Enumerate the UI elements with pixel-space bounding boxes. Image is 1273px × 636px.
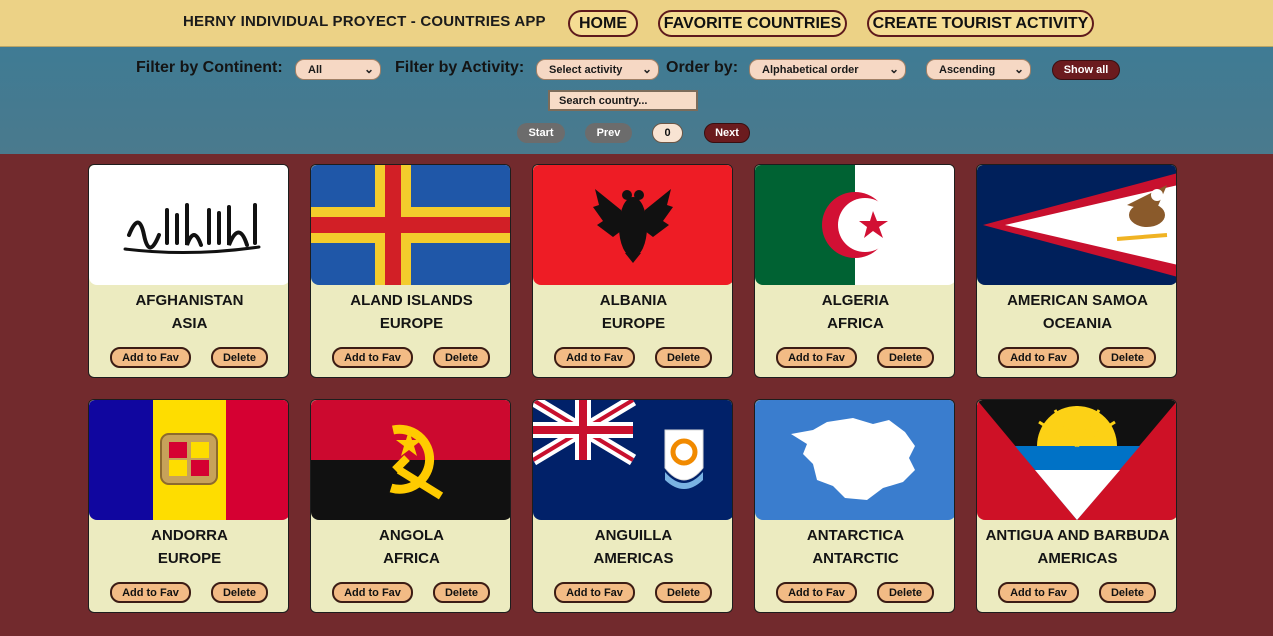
order-select[interactable]: Alphabetical order ⌄ [749, 59, 906, 80]
chevron-down-icon: ⌄ [1013, 62, 1024, 76]
delete-button[interactable]: Delete [877, 582, 934, 603]
anguilla-flag-icon [533, 400, 732, 520]
antigua-and-barbuda-flag-icon [977, 400, 1176, 520]
country-name: ANGUILLA [594, 527, 673, 544]
country-name: ANDORRA [151, 527, 228, 544]
country-continent: AMERICAS [1037, 550, 1118, 567]
add-to-fav-button[interactable]: Add to Fav [332, 582, 413, 603]
country-card[interactable]: AFGHANISTAN ASIA Add to Fav Delete [88, 164, 289, 378]
pagination-next-button[interactable]: Next [704, 123, 750, 143]
delete-button[interactable]: Delete [877, 347, 934, 368]
country-name: AMERICAN SAMOA [1007, 292, 1148, 309]
order-label: Order by: [666, 59, 739, 76]
algeria-flag-icon [755, 165, 954, 285]
delete-button[interactable]: Delete [1099, 347, 1156, 368]
country-card[interactable]: AMERICAN SAMOA OCEANIA Add to Fav Delete [976, 164, 1177, 378]
country-name: AFGHANISTAN [135, 292, 244, 309]
american-samoa-flag-icon [977, 165, 1176, 285]
country-card[interactable]: ANGUILLA AMERICAS Add to Fav Delete [532, 399, 733, 613]
pagination-prev-button[interactable]: Prev [585, 123, 632, 143]
delete-button[interactable]: Delete [1099, 582, 1156, 603]
continent-select-value: All [308, 63, 323, 76]
angola-flag-icon [311, 400, 510, 520]
search-input[interactable]: Search country... [548, 90, 698, 111]
direction-select-value: Ascending [939, 63, 996, 76]
pagination-start-button[interactable]: Start [517, 123, 565, 143]
delete-button[interactable]: Delete [211, 347, 268, 368]
country-continent: AFRICA [383, 550, 440, 567]
pagination-page-number: 0 [652, 123, 683, 143]
add-to-fav-button[interactable]: Add to Fav [554, 347, 635, 368]
add-to-fav-button[interactable]: Add to Fav [776, 347, 857, 368]
country-card[interactable]: ANTARCTICA ANTARCTIC Add to Fav Delete [754, 399, 955, 613]
delete-button[interactable]: Delete [655, 582, 712, 603]
country-card[interactable]: ALBANIA EUROPE Add to Fav Delete [532, 164, 733, 378]
add-to-fav-button[interactable]: Add to Fav [554, 582, 635, 603]
show-all-button[interactable]: Show all [1052, 60, 1120, 80]
country-name: ALGERIA [821, 292, 890, 309]
country-name: ANTIGUA AND BARBUDA [985, 527, 1170, 544]
delete-button[interactable]: Delete [433, 347, 490, 368]
country-continent: AMERICAS [593, 550, 674, 567]
country-card[interactable]: ANGOLA AFRICA Add to Fav Delete [310, 399, 511, 613]
add-to-fav-button[interactable]: Add to Fav [110, 347, 191, 368]
country-name: ALAND ISLANDS [350, 292, 473, 309]
activity-filter-label: Filter by Activity: [395, 59, 525, 76]
andorra-flag-icon [89, 400, 288, 520]
delete-button[interactable]: Delete [655, 347, 712, 368]
activity-select[interactable]: Select activity ⌄ [536, 59, 659, 80]
add-to-fav-button[interactable]: Add to Fav [998, 347, 1079, 368]
activity-select-value: Select activity [549, 63, 623, 76]
country-continent: ANTARCTIC [812, 550, 899, 567]
country-name: ANGOLA [379, 527, 444, 544]
add-to-fav-button[interactable]: Add to Fav [998, 582, 1079, 603]
country-continent: ASIA [171, 315, 208, 332]
albania-flag-icon [533, 165, 732, 285]
afghanistan-flag-icon [89, 165, 288, 285]
direction-select[interactable]: Ascending ⌄ [926, 59, 1031, 80]
chevron-down-icon: ⌄ [888, 62, 899, 76]
top-navbar: HERNY INDIVIDUAL PROYECT - COUNTRIES APP… [0, 0, 1273, 47]
country-continent: AFRICA [827, 315, 884, 332]
nav-home-button[interactable]: HOME [568, 10, 638, 37]
add-to-fav-button[interactable]: Add to Fav [776, 582, 857, 603]
country-card[interactable]: ALGERIA AFRICA Add to Fav Delete [754, 164, 955, 378]
country-card[interactable]: ANDORRA EUROPE Add to Fav Delete [88, 399, 289, 613]
nav-favorite-countries-button[interactable]: FAVORITE COUNTRIES [658, 10, 847, 37]
aland-islands-flag-icon [311, 165, 510, 285]
delete-button[interactable]: Delete [211, 582, 268, 603]
delete-button[interactable]: Delete [433, 582, 490, 603]
country-continent: EUROPE [601, 315, 666, 332]
country-continent: OCEANIA [1042, 315, 1113, 332]
continent-filter-label: Filter by Continent: [136, 59, 283, 76]
country-continent: EUROPE [379, 315, 444, 332]
filter-bar: Filter by Continent: All ⌄ Filter by Act… [0, 47, 1273, 154]
order-select-value: Alphabetical order [762, 63, 859, 76]
add-to-fav-button[interactable]: Add to Fav [332, 347, 413, 368]
add-to-fav-button[interactable]: Add to Fav [110, 582, 191, 603]
country-card[interactable]: ALAND ISLANDS EUROPE Add to Fav Delete [310, 164, 511, 378]
country-card[interactable]: ANTIGUA AND BARBUDA AMERICAS Add to Fav … [976, 399, 1177, 613]
country-name: ANTARCTICA [806, 527, 905, 544]
nav-create-activity-button[interactable]: CREATE TOURIST ACTIVITY [867, 10, 1094, 37]
country-continent: EUROPE [157, 550, 222, 567]
country-name: ALBANIA [599, 292, 668, 309]
antarctica-flag-icon [755, 400, 954, 520]
chevron-down-icon: ⌄ [363, 62, 374, 76]
app-title: HERNY INDIVIDUAL PROYECT - COUNTRIES APP [183, 13, 546, 30]
chevron-down-icon: ⌄ [641, 62, 652, 76]
continent-select[interactable]: All ⌄ [295, 59, 381, 80]
